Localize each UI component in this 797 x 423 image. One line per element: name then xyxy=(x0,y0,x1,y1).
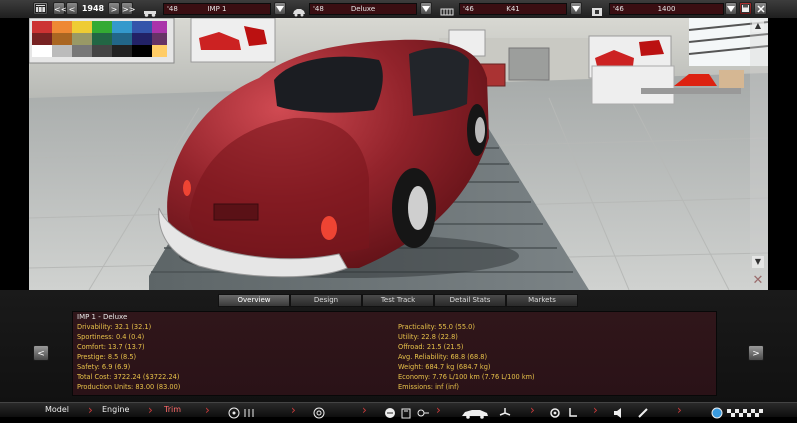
overview-info-box: IMP 1 - Deluxe Drivability: 32.1 (32.1) … xyxy=(72,311,717,396)
year-prev-button[interactable]: < xyxy=(66,2,78,15)
top-toolbar: << < 1948 > >> '48 IMP 1 '48 Deluxe '46 … xyxy=(0,0,797,19)
stat-weight: Weight: 684.7 kg (684.7 kg) xyxy=(398,363,491,371)
wheel-icon[interactable] xyxy=(312,404,326,419)
engine-dropdown-button[interactable] xyxy=(570,2,582,15)
gearbox-dropdown-button[interactable] xyxy=(725,2,737,15)
chassis-icon xyxy=(143,3,157,17)
prev-model-button[interactable]: < xyxy=(33,345,49,361)
chevron-down-icon xyxy=(422,6,430,12)
year-next-fast-button[interactable]: >> xyxy=(121,2,135,15)
vertical-scrollbar[interactable]: ▲ ▼ xyxy=(750,18,768,270)
year-next-button[interactable]: > xyxy=(108,2,120,15)
stat-emissions: Emissions: inf (inf) xyxy=(398,383,459,391)
left-side-panel xyxy=(0,18,29,290)
nav-arrow-icon: › xyxy=(530,403,535,417)
stat-avg-reliability: Avg. Reliability: 68.8 (68.8) xyxy=(398,353,488,361)
right-side-panel xyxy=(768,18,797,290)
scroll-down-arrow-icon[interactable]: ▼ xyxy=(752,256,764,268)
floppy-disk-icon xyxy=(741,4,750,13)
chevron-down-icon xyxy=(276,6,284,12)
stat-drivability: Drivability: 32.1 (32.1) xyxy=(77,323,152,331)
stat-offroad: Offroad: 21.5 (21.5) xyxy=(398,343,464,351)
year-prev-fast-button[interactable]: << xyxy=(53,2,67,15)
nav-arrow-icon: › xyxy=(593,403,598,417)
car-body-icon xyxy=(292,3,306,17)
nav-arrow-icon: › xyxy=(88,403,93,417)
chassis-name: IMP 1 xyxy=(207,5,227,13)
garage-scene xyxy=(29,18,768,290)
chassis-select[interactable]: '48 IMP 1 xyxy=(163,3,271,15)
stat-total-cost: Total Cost: 3722.24 ($3722.24) xyxy=(77,373,180,381)
tab-detail-stats[interactable]: Detail Stats xyxy=(434,294,506,307)
gearbox-select[interactable]: '46 1400 xyxy=(609,3,724,15)
close-icon xyxy=(756,5,765,13)
garage-3d-viewport[interactable] xyxy=(29,18,768,290)
paint-tool-icon[interactable] xyxy=(636,404,650,418)
stat-safety: Safety: 6.9 (6.9) xyxy=(77,363,131,371)
bottom-navigation: Model › Engine › Trim › › › › › › › xyxy=(0,402,797,419)
nav-arrow-icon: › xyxy=(677,403,682,417)
nav-arrow-icon: › xyxy=(148,403,153,417)
globe-icon[interactable] xyxy=(710,404,724,419)
next-model-button[interactable]: > xyxy=(748,345,764,361)
nav-trim[interactable]: Trim xyxy=(164,403,181,417)
nav-engine[interactable]: Engine xyxy=(102,403,129,417)
engine-name: K41 xyxy=(506,5,520,13)
settings-icon[interactable] xyxy=(548,404,562,418)
nav-arrow-icon: › xyxy=(205,403,210,417)
tab-test-track[interactable]: Test Track xyxy=(362,294,434,307)
tab-design[interactable]: Design xyxy=(290,294,362,307)
nav-arrow-icon: › xyxy=(362,403,367,417)
audio-icon[interactable] xyxy=(612,404,626,418)
year-display: 1948 xyxy=(81,4,105,13)
chevron-down-icon xyxy=(727,6,735,12)
calendar-icon-button[interactable] xyxy=(33,2,48,15)
chassis-dropdown-button[interactable] xyxy=(274,2,286,15)
valve-icon[interactable] xyxy=(416,404,430,417)
close-x-icon[interactable]: ✕ xyxy=(750,274,766,288)
stat-utility: Utility: 22.8 (22.8) xyxy=(398,333,458,341)
fan-icon[interactable] xyxy=(498,404,512,416)
nav-arrow-icon: › xyxy=(291,403,296,417)
suspension-icon[interactable] xyxy=(243,404,257,417)
save-button[interactable] xyxy=(739,2,752,15)
calendar-icon xyxy=(35,4,46,13)
body-select[interactable]: '48 Deluxe xyxy=(309,3,417,15)
stat-economy: Economy: 7.76 L/100 km (7.76 L/100 km) xyxy=(398,373,535,381)
tab-overview[interactable]: Overview xyxy=(218,294,290,307)
car-design-icon[interactable] xyxy=(460,404,490,419)
body-name: Deluxe xyxy=(350,5,376,13)
model-title: IMP 1 - Deluxe xyxy=(77,313,128,321)
body-dropdown-button[interactable] xyxy=(420,2,432,15)
chassis-builder-icon[interactable] xyxy=(228,404,242,419)
scroll-up-arrow-icon[interactable]: ▲ xyxy=(752,20,764,32)
engine-select[interactable]: '46 K41 xyxy=(459,3,567,15)
tab-markets[interactable]: Markets xyxy=(506,294,578,307)
stats-panel: Overview Design Test Track Detail Stats … xyxy=(0,290,797,402)
finish-flag-icon[interactable] xyxy=(727,404,765,417)
stat-prestige: Prestige: 8.5 (8.5) xyxy=(77,353,137,361)
stat-practicality: Practicality: 55.0 (55.0) xyxy=(398,323,475,331)
close-button[interactable] xyxy=(754,2,767,15)
fuel-system-icon[interactable] xyxy=(400,404,414,419)
stat-comfort: Comfort: 13.7 (13.7) xyxy=(77,343,145,351)
chevron-down-icon xyxy=(572,6,580,12)
seat-icon[interactable] xyxy=(566,404,580,417)
nav-arrow-icon: › xyxy=(436,403,441,417)
stat-production-units: Production Units: 83.00 (83.00) xyxy=(77,383,181,391)
stat-sportiness: Sportiness: 0.4 (0.4) xyxy=(77,333,145,341)
nav-model[interactable]: Model xyxy=(45,403,69,417)
engine-icon xyxy=(440,3,454,16)
gearbox-name: 1400 xyxy=(657,5,676,13)
engine-block-icon[interactable] xyxy=(384,404,398,418)
gearbox-icon xyxy=(590,3,604,16)
